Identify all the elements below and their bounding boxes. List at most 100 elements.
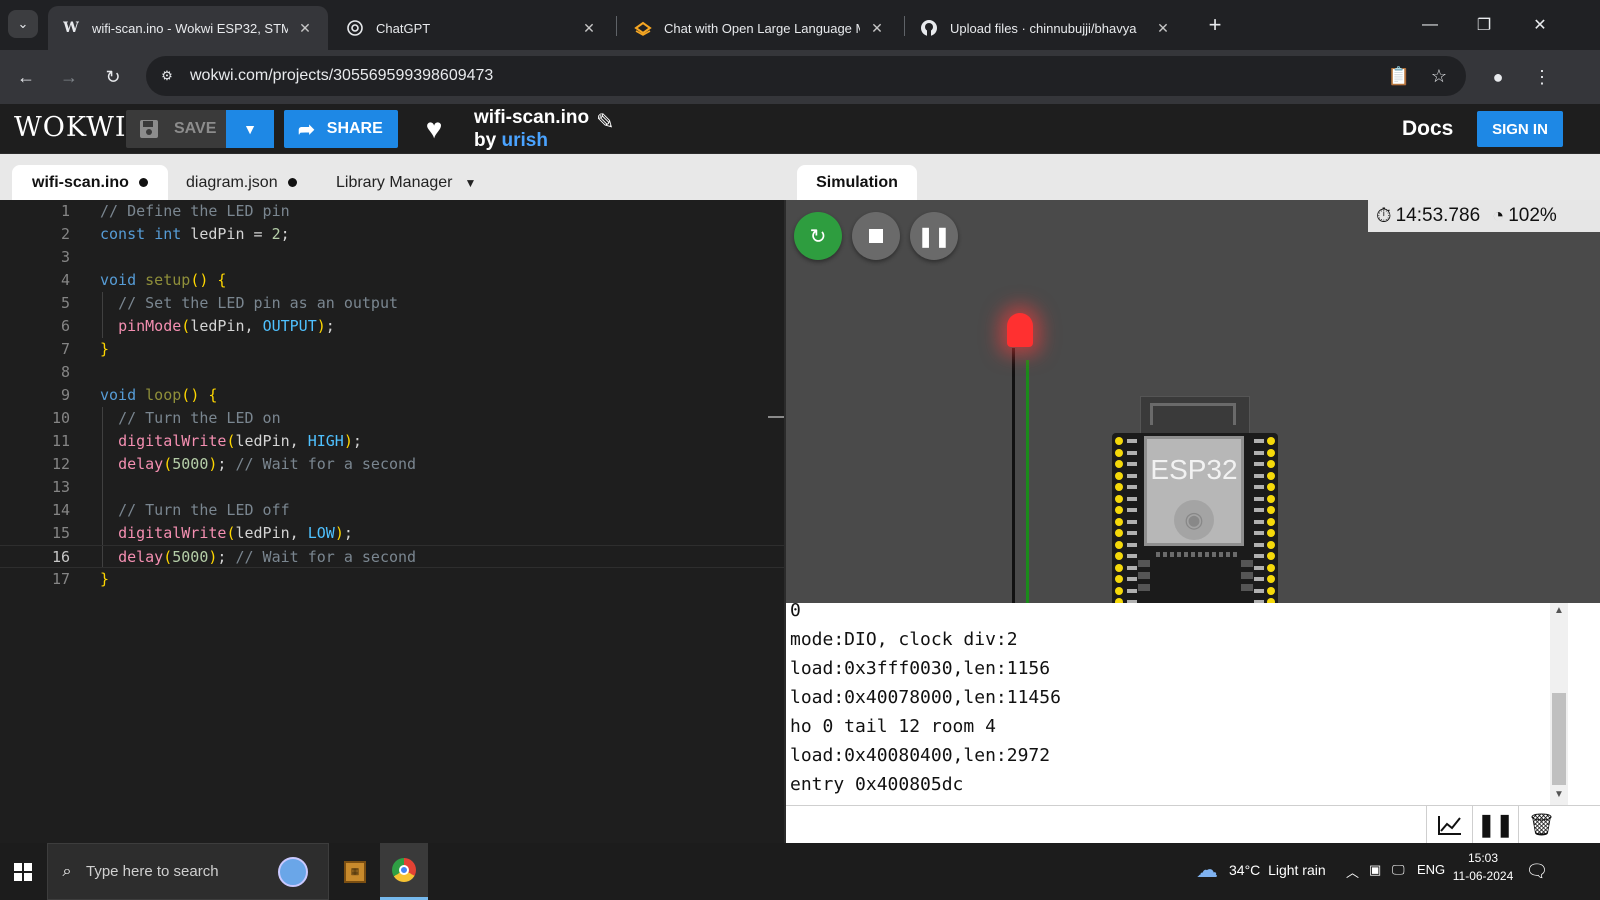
esp32-pin[interactable] — [1267, 448, 1275, 457]
code-text[interactable]: // Define the LED pin — [100, 200, 290, 223]
tray-device-icon[interactable]: ▣ — [1369, 862, 1381, 878]
stop-button[interactable] — [852, 212, 900, 260]
browser-tab-github[interactable]: Upload files · chinnubujji/bhavya ✕ — [906, 6, 1186, 50]
code-line[interactable]: 17} — [0, 568, 784, 591]
code-text[interactable]: void loop() { — [100, 384, 217, 407]
esp32-pin[interactable] — [1115, 483, 1123, 491]
code-line[interactable]: 10 // Turn the LED on — [0, 407, 784, 430]
address-bar[interactable]: ⚙ wokwi.com/projects/305569599398609473 … — [146, 56, 1466, 96]
code-line[interactable]: 9 void loop() { — [0, 384, 784, 407]
code-text[interactable]: } — [100, 338, 109, 361]
windows-start-button[interactable] — [0, 843, 46, 900]
site-settings-icon[interactable]: ⚙ — [154, 63, 180, 89]
scroll-down-icon[interactable]: ▼ — [1550, 789, 1568, 800]
clear-serial-button[interactable]: 🗑 — [1518, 806, 1564, 843]
esp32-pin[interactable] — [1267, 460, 1275, 468]
docs-link[interactable]: Docs — [1402, 117, 1453, 141]
serial-input-field[interactable] — [786, 806, 1426, 843]
minimize-icon[interactable]: — — [1415, 12, 1445, 38]
esp32-pin[interactable] — [1115, 552, 1123, 560]
restart-button[interactable]: ↻ — [794, 212, 842, 260]
restore-icon[interactable]: ❐ — [1469, 12, 1499, 38]
reload-icon[interactable]: ↻ — [99, 63, 127, 91]
pause-button[interactable]: ❚❚ — [910, 212, 958, 260]
serial-scrollbar[interactable]: ▲ ▼ — [1550, 603, 1568, 805]
browser-menu-icon[interactable]: ⋮ — [1528, 63, 1556, 91]
taskbar-search-box[interactable]: ⌕ Type here to search — [47, 843, 329, 900]
code-line[interactable]: 13 — [0, 476, 784, 499]
esp32-pin[interactable] — [1267, 540, 1275, 549]
tab-wifi-scan-ino[interactable]: wifi-scan.ino — [12, 165, 168, 200]
share-button[interactable]: ➦ SHARE — [284, 110, 398, 148]
esp32-pin[interactable] — [1267, 563, 1275, 572]
language-indicator[interactable]: ENG — [1417, 862, 1445, 877]
profile-icon[interactable]: ● — [1484, 63, 1512, 91]
esp32-pin[interactable] — [1115, 563, 1123, 572]
serial-pause-button[interactable]: ❚❚ — [1472, 806, 1518, 843]
esp32-pin[interactable] — [1115, 506, 1123, 514]
code-line[interactable]: 4 void setup() { — [0, 269, 784, 292]
code-line[interactable]: 14 // Turn the LED off — [0, 499, 784, 522]
code-line[interactable]: 1 // Define the LED pin — [0, 200, 784, 223]
close-icon[interactable]: ✕ — [296, 20, 314, 37]
tray-chevron-up-icon[interactable]: ︿ — [1346, 862, 1359, 881]
esp32-pin[interactable] — [1115, 529, 1123, 537]
wokwi-logo[interactable]: WOKWI — [14, 112, 127, 143]
esp32-pin[interactable] — [1115, 448, 1123, 457]
code-text[interactable]: pinMode(ledPin, OUTPUT); — [100, 315, 335, 338]
esp32-pin[interactable] — [1267, 529, 1275, 537]
caret-down-icon[interactable]: ▼ — [465, 176, 477, 190]
code-text[interactable]: } — [100, 568, 109, 591]
code-line[interactable]: 5 // Set the LED pin as an output — [0, 292, 784, 315]
tab-diagram-json[interactable]: diagram.json — [166, 165, 317, 200]
network-icon[interactable]: 🖵 — [1392, 862, 1405, 878]
notification-icon[interactable]: 🗨 — [1524, 858, 1550, 884]
taskbar-app-dosbox[interactable]: ▦ — [331, 843, 379, 900]
code-text[interactable]: delay(5000); // Wait for a second — [100, 453, 416, 476]
esp32-pin[interactable] — [1267, 506, 1275, 514]
code-line[interactable]: 6 pinMode(ledPin, OUTPUT); — [0, 315, 784, 338]
cortana-watch-icon[interactable] — [278, 857, 308, 887]
code-line[interactable]: 7} — [0, 338, 784, 361]
taskbar-clock[interactable]: 15:03 11-06-2024 — [1452, 849, 1514, 885]
code-line[interactable]: 11 digitalWrite(ledPin, HIGH); — [0, 430, 784, 453]
save-dropdown-button[interactable]: ▼ — [226, 110, 274, 148]
url-text[interactable]: wokwi.com/projects/305569599398609473 — [190, 67, 493, 85]
code-text[interactable]: void setup() { — [100, 269, 226, 292]
bookmark-star-icon[interactable]: ☆ — [1426, 63, 1452, 89]
code-text[interactable]: // Set the LED pin as an output — [100, 292, 398, 315]
save-button[interactable]: SAVE — [126, 110, 226, 148]
browser-tab-chatgpt[interactable]: ChatGPT ✕ — [332, 6, 612, 50]
esp32-pin[interactable] — [1267, 471, 1275, 480]
taskbar-app-chrome[interactable] — [380, 843, 428, 900]
esp32-pin[interactable] — [1115, 586, 1123, 595]
code-text[interactable]: // Turn the LED on — [100, 407, 281, 430]
code-line[interactable]: 12 delay(5000); // Wait for a second — [0, 453, 784, 476]
pencil-edit-icon[interactable]: ✎ — [596, 109, 614, 135]
close-icon[interactable]: ✕ — [1154, 20, 1172, 37]
weather-widget[interactable]: 34°C Light rain — [1229, 862, 1326, 878]
esp32-pin[interactable] — [1115, 540, 1123, 549]
esp32-pin[interactable] — [1115, 494, 1123, 503]
code-line[interactable]: 15 digitalWrite(ledPin, LOW); — [0, 522, 784, 545]
author-link[interactable]: urish — [501, 130, 547, 151]
esp32-pin[interactable] — [1115, 437, 1123, 445]
code-line[interactable]: 16 delay(5000); // Wait for a second — [0, 545, 784, 568]
forward-arrow-icon[interactable]: → — [55, 63, 83, 91]
scrollbar-thumb[interactable] — [1552, 693, 1566, 785]
red-led[interactable] — [1007, 313, 1033, 347]
code-line[interactable]: 3 — [0, 246, 784, 269]
new-tab-icon[interactable]: + — [1202, 12, 1228, 38]
code-editor[interactable]: 1 // Define the LED pin 2 const int ledPin … — [0, 200, 786, 843]
code-line[interactable]: 8 — [0, 361, 784, 384]
plotter-button[interactable] — [1426, 806, 1472, 843]
code-text[interactable]: const int ledPin = 2; — [100, 223, 290, 246]
heart-icon[interactable]: ♥ — [418, 113, 450, 144]
editor-scroll-marker[interactable] — [768, 416, 784, 418]
code-text[interactable]: delay(5000); // Wait for a second — [100, 546, 416, 569]
serial-monitor[interactable]: 0 mode:DIO, clock div:2 load:0x3fff0030,le… — [786, 603, 1600, 805]
esp32-pin[interactable] — [1267, 552, 1275, 560]
scroll-up-icon[interactable]: ▲ — [1550, 605, 1568, 616]
esp32-pin[interactable] — [1115, 575, 1123, 583]
simulation-canvas[interactable]: ↻ ❚❚ ⏱ 14:53.786 ◔ 102% ESP32 ◉ — [786, 200, 1600, 603]
